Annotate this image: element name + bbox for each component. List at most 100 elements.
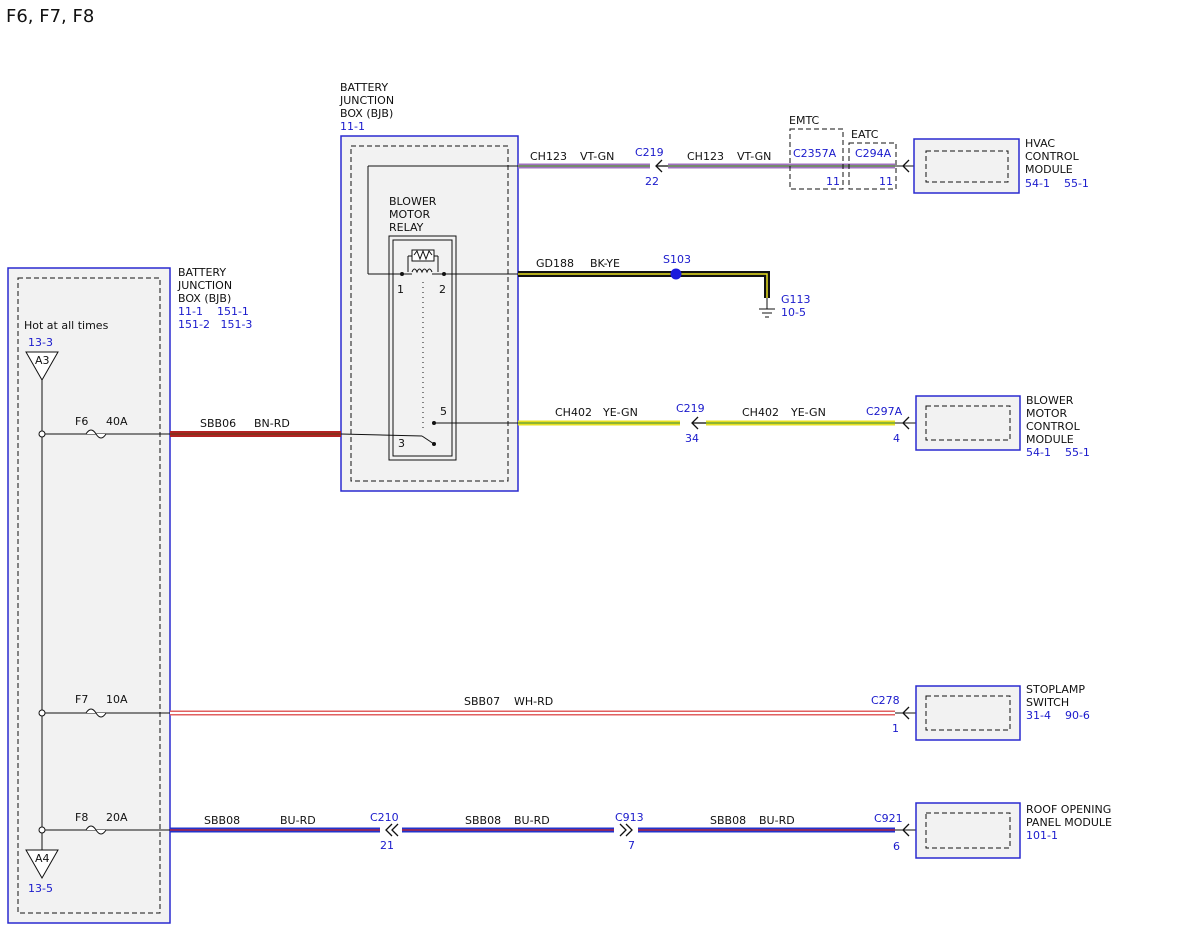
f8-node <box>38 826 46 834</box>
stoplamp-refs[interactable]: 31-4 90-6 <box>1026 709 1090 722</box>
ch123-b-circuit: CH123 <box>687 150 724 163</box>
c913-connector-icon <box>619 823 633 837</box>
c278-pin[interactable]: 1 <box>892 722 899 735</box>
s103-splice-icon[interactable] <box>670 268 682 280</box>
sbb07-color: WH-RD <box>514 695 553 708</box>
c219-mid-name[interactable]: C219 <box>676 402 705 415</box>
relay-pin-3-node <box>432 442 436 446</box>
stoplamp-name-1: STOPLAMP <box>1026 683 1085 696</box>
bjb-relay-ref[interactable]: 11-1 <box>340 120 365 133</box>
sbb08-a-color: BU-RD <box>280 814 316 827</box>
ground-icon <box>759 298 775 318</box>
hot-at-all-times-label: Hot at all times <box>24 319 109 332</box>
hvac-name-2: CONTROL <box>1025 150 1080 163</box>
c297a-pin[interactable]: 4 <box>893 432 900 445</box>
c219-mid-pin[interactable]: 34 <box>685 432 699 445</box>
gd188-color: BK-YE <box>590 257 620 270</box>
relay-name-3: RELAY <box>389 221 424 234</box>
c297a-name[interactable]: C297A <box>866 405 903 418</box>
ch402-a-color: YE-GN <box>602 406 638 419</box>
bjb-main-name-3: BOX (BJB) <box>178 292 231 305</box>
bjb-main-name-1: BATTERY <box>178 266 226 279</box>
c219-top-connector-icon <box>655 159 668 173</box>
relay-pin-1: 1 <box>397 283 404 296</box>
ch123-a-circuit: CH123 <box>530 150 567 163</box>
blower-name-3: CONTROL <box>1026 420 1081 433</box>
relay-pin-2: 2 <box>439 283 446 296</box>
bjb-main-refs-2[interactable]: 151-2 151-3 <box>178 318 252 331</box>
c913-pin[interactable]: 7 <box>628 839 635 852</box>
bjb-relay-name-3: BOX (BJB) <box>340 107 393 120</box>
roof-opening-panel-module[interactable] <box>915 802 1021 859</box>
blower-motor-control-module[interactable] <box>915 395 1021 451</box>
bjb-relay-name-2: JUNCTION <box>339 94 394 107</box>
c2357a-pin[interactable]: 11 <box>826 175 840 188</box>
stoplamp-switch[interactable] <box>915 685 1021 741</box>
c219-top-name[interactable]: C219 <box>635 146 664 159</box>
f6-node <box>38 430 46 438</box>
c219-mid-connector-icon <box>691 416 706 430</box>
s103-name[interactable]: S103 <box>663 253 691 266</box>
eatc-label: EATC <box>851 128 879 141</box>
ch402-b-circuit: CH402 <box>742 406 779 419</box>
gd188-circuit: GD188 <box>536 257 574 270</box>
roof-name-2: PANEL MODULE <box>1026 816 1112 829</box>
sbb08-a-circuit: SBB08 <box>204 814 240 827</box>
page-title: F6, F7, F8 <box>6 6 94 27</box>
c2357a-name[interactable]: C2357A <box>793 147 837 160</box>
blower-name-1: BLOWER <box>1026 394 1074 407</box>
ch402-a-circuit: CH402 <box>555 406 592 419</box>
stoplamp-name-2: SWITCH <box>1026 696 1069 709</box>
a4-label: A4 <box>35 852 50 865</box>
c210-connector-icon <box>385 823 399 837</box>
f6-name: F6 <box>75 415 88 428</box>
a3-label: A3 <box>35 354 50 367</box>
bjb-relay-name-1: BATTERY <box>340 81 388 94</box>
c921-pin[interactable]: 6 <box>893 840 900 853</box>
f7-rating: 10A <box>106 693 128 706</box>
ch402-b-color: YE-GN <box>790 406 826 419</box>
bjb-main[interactable] <box>7 267 171 924</box>
wiring-diagram: F6, F7, F8 BATTERY JUNCTION BOX (BJB) 11… <box>6 6 1112 924</box>
f8-name: F8 <box>75 811 88 824</box>
hvac-name-3: MODULE <box>1025 163 1073 176</box>
g113-ref[interactable]: 10-5 <box>781 306 806 319</box>
roof-name-1: ROOF OPENING <box>1026 803 1111 816</box>
sbb06-circuit: SBB06 <box>200 417 236 430</box>
relay-pin-3: 3 <box>398 437 405 450</box>
g113-name[interactable]: G113 <box>781 293 811 306</box>
f7-node <box>38 709 46 717</box>
sbb07-circuit: SBB07 <box>464 695 500 708</box>
hvac-refs[interactable]: 54-1 55-1 <box>1025 177 1089 190</box>
roof-refs[interactable]: 101-1 <box>1026 829 1058 842</box>
f7-name: F7 <box>75 693 88 706</box>
wire-gd188[interactable] <box>518 271 770 298</box>
hvac-name-1: HVAC <box>1025 137 1055 150</box>
ch123-a-color: VT-GN <box>580 150 614 163</box>
a4-ref[interactable]: 13-5 <box>28 882 53 895</box>
sbb08-b-circuit: SBB08 <box>465 814 501 827</box>
sbb08-c-circuit: SBB08 <box>710 814 746 827</box>
bjb-main-name-2: JUNCTION <box>177 279 232 292</box>
c294a-pin[interactable]: 11 <box>879 175 893 188</box>
c913-name[interactable]: C913 <box>615 811 644 824</box>
f6-rating: 40A <box>106 415 128 428</box>
c210-pin[interactable]: 21 <box>380 839 394 852</box>
c210-name[interactable]: C210 <box>370 811 399 824</box>
a3-ref[interactable]: 13-3 <box>28 336 53 349</box>
sbb06-color: BN-RD <box>254 417 290 430</box>
sbb08-b-color: BU-RD <box>514 814 550 827</box>
blower-refs[interactable]: 54-1 55-1 <box>1026 446 1090 459</box>
c294a-name[interactable]: C294A <box>855 147 892 160</box>
sbb08-c-color: BU-RD <box>759 814 795 827</box>
blower-name-4: MODULE <box>1026 433 1074 446</box>
bjb-main-refs-1[interactable]: 11-1 151-1 <box>178 305 249 318</box>
c219-top-pin[interactable]: 22 <box>645 175 659 188</box>
ch123-b-color: VT-GN <box>737 150 771 163</box>
blower-name-2: MOTOR <box>1026 407 1068 420</box>
hvac-control-module[interactable] <box>913 138 1020 194</box>
c921-name[interactable]: C921 <box>874 812 903 825</box>
c278-name[interactable]: C278 <box>871 694 900 707</box>
relay-name-2: MOTOR <box>389 208 431 221</box>
relay-name-1: BLOWER <box>389 195 437 208</box>
